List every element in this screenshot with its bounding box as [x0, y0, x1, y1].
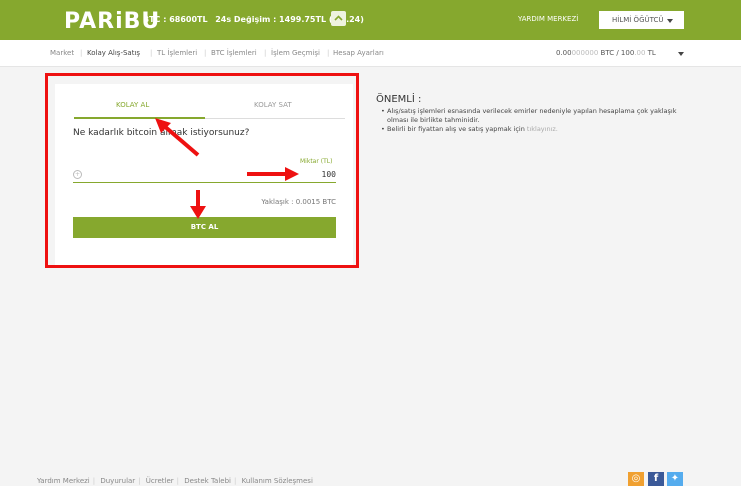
top-bar: PARiBU BTC : 68600TL 24s Değişim : 1499.…: [0, 0, 741, 40]
btc-balance-decimals: 000000: [571, 49, 599, 57]
chevron-down-icon: [678, 52, 684, 56]
arrow-annotation-icon: [155, 118, 200, 157]
nav-separator: |: [327, 49, 330, 57]
note-calc: Alış/satış işlemleri esnasında verilecek…: [387, 107, 677, 124]
nav-account-settings[interactable]: Hesap Ayarları: [333, 49, 384, 57]
user-menu-button[interactable]: HİLMİ ÖĞÜTCÜ: [599, 11, 684, 29]
tl-balance-decimals: .00: [634, 49, 646, 57]
nav-market[interactable]: Market: [50, 49, 74, 57]
help-center-link[interactable]: YARDIM MERKEZİ: [518, 15, 578, 23]
footer-terms[interactable]: Kullanım Sözleşmesi: [242, 477, 313, 485]
footer-announcements[interactable]: Duyurular: [100, 477, 135, 485]
tl-balance-suffix: TL: [645, 49, 656, 57]
important-notice-title: ÖNEMLİ :: [376, 94, 422, 105]
footer-support[interactable]: Destek Talebi: [184, 477, 231, 485]
annotation-highlight-box: [45, 73, 359, 268]
nav-separator: |: [150, 49, 153, 57]
footer-separator: |: [234, 477, 237, 485]
facebook-icon[interactable]: f: [648, 472, 664, 486]
click-here-link[interactable]: tıklayınız.: [527, 125, 558, 133]
twitter-icon[interactable]: ✦: [667, 472, 683, 486]
footer-separator: |: [176, 477, 180, 485]
nav-easy-trade[interactable]: Kolay Alış-Satış: [87, 49, 140, 57]
nav-separator: |: [204, 49, 207, 57]
btc-price: BTC : 68600TL: [143, 15, 208, 24]
ticker-toggle-button[interactable]: [331, 11, 346, 26]
user-name: HİLMİ ÖĞÜTCÜ: [612, 16, 664, 24]
footer-separator: |: [138, 477, 141, 485]
chevron-down-icon: [667, 19, 673, 23]
nav-separator: |: [264, 49, 267, 57]
nav-tl-transactions[interactable]: TL İşlemleri: [157, 49, 197, 57]
btc-balance-main: 0.00: [556, 49, 572, 57]
nav-separator: |: [80, 49, 83, 57]
important-notes: Alış/satış işlemleri esnasında verilecek…: [381, 107, 691, 134]
footer-fees[interactable]: Ücretler: [146, 477, 174, 485]
footer-help-center[interactable]: Yardım Merkezi: [37, 477, 90, 485]
arrow-annotation-icon: [190, 190, 206, 219]
balance-dropdown[interactable]: 0.00000000 BTC / 100.00 TL: [556, 49, 684, 57]
nav-btc-transactions[interactable]: BTC İşlemleri: [211, 49, 257, 57]
list-item: Belirli bir fiyattan alış ve satış yapma…: [381, 125, 691, 134]
footer-links: Yardım Merkezi | Duyurular | Ücretler | Des…: [37, 477, 313, 485]
sub-navigation: Market | Kolay Alış-Satış | TL İşlemleri…: [0, 40, 741, 67]
arrow-annotation-icon: [247, 167, 299, 181]
footer-separator: |: [92, 477, 96, 485]
note-limit-prefix: Belirli bir fiyattan alış ve satış yapma…: [387, 125, 527, 133]
btc-balance-suffix: BTC / 100: [598, 49, 635, 57]
list-item: Alış/satış işlemleri esnasında verilecek…: [381, 107, 691, 125]
rss-icon[interactable]: ◎: [628, 472, 644, 486]
chevron-up-icon: [334, 15, 343, 21]
nav-transaction-history[interactable]: İşlem Geçmişi: [271, 49, 320, 57]
